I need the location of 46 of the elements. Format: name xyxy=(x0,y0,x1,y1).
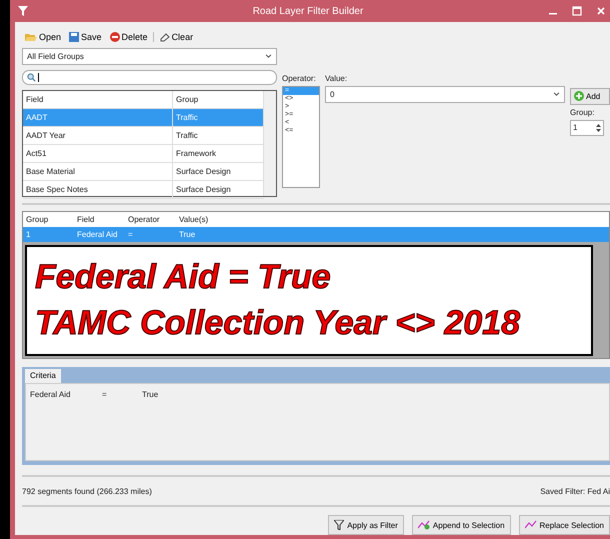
caret-icon xyxy=(553,92,560,96)
saved-filter-text: Saved Filter: Fed Ai xyxy=(540,486,610,496)
status-text: 792 segments found (266.233 miles) xyxy=(22,486,152,496)
search-field[interactable] xyxy=(22,70,277,85)
column-header[interactable]: Field xyxy=(74,214,125,224)
filter-icon xyxy=(334,520,344,530)
criteria-text: = xyxy=(102,390,108,399)
criteria-text: True xyxy=(142,390,158,399)
add-button[interactable]: Add xyxy=(570,88,610,105)
criteria-tab[interactable]: Criteria xyxy=(25,368,61,383)
field-group-dropdown[interactable]: All Field Groups xyxy=(22,48,277,65)
column-header[interactable]: Group xyxy=(173,94,198,104)
operator-label: Operator: xyxy=(282,74,317,83)
column-header[interactable]: Group xyxy=(23,214,74,224)
eraser-icon xyxy=(160,32,170,42)
toolbar-button[interactable]: Clear xyxy=(152,32,196,42)
annotation-text: Federal Aid = True xyxy=(35,257,332,298)
scrollbar[interactable] xyxy=(263,90,276,196)
spinner-arrows-icon[interactable] xyxy=(596,122,601,133)
line-icon xyxy=(524,520,537,530)
search-icon xyxy=(27,72,36,82)
window-title: Road Layer Filter Builder xyxy=(252,6,364,16)
maximize-icon[interactable] xyxy=(572,6,582,16)
column-header[interactable]: Field xyxy=(23,90,173,108)
minus-circle-icon xyxy=(110,32,120,42)
action-button[interactable]: Apply as Filter xyxy=(328,515,404,535)
value-dropdown[interactable]: 0 xyxy=(325,86,565,103)
criteria-text: Federal Aid xyxy=(30,390,72,399)
action-button[interactable]: Append to Selection xyxy=(412,515,511,535)
group-label: Group: xyxy=(570,108,596,117)
toolbar-button[interactable]: Save xyxy=(66,32,105,42)
value-label: Value: xyxy=(325,74,348,83)
save-icon xyxy=(69,32,80,42)
column-header[interactable]: Value(s) xyxy=(176,214,227,224)
group-spinner[interactable]: 1 xyxy=(570,120,604,136)
toolbar-button[interactable]: Open xyxy=(22,32,64,42)
caret-icon xyxy=(265,54,272,58)
toolbar-button[interactable]: Delete xyxy=(106,32,151,42)
column-header[interactable]: Operator xyxy=(125,214,176,224)
filter-icon xyxy=(18,6,28,16)
plus-circle-icon xyxy=(574,91,584,102)
line-plus-icon xyxy=(418,520,430,530)
action-button[interactable]: Replace Selection xyxy=(518,515,610,535)
close-icon[interactable] xyxy=(596,6,606,16)
annotation-text: TAMC Collection Year <> 2018 xyxy=(35,303,521,344)
folder-icon xyxy=(25,32,37,42)
